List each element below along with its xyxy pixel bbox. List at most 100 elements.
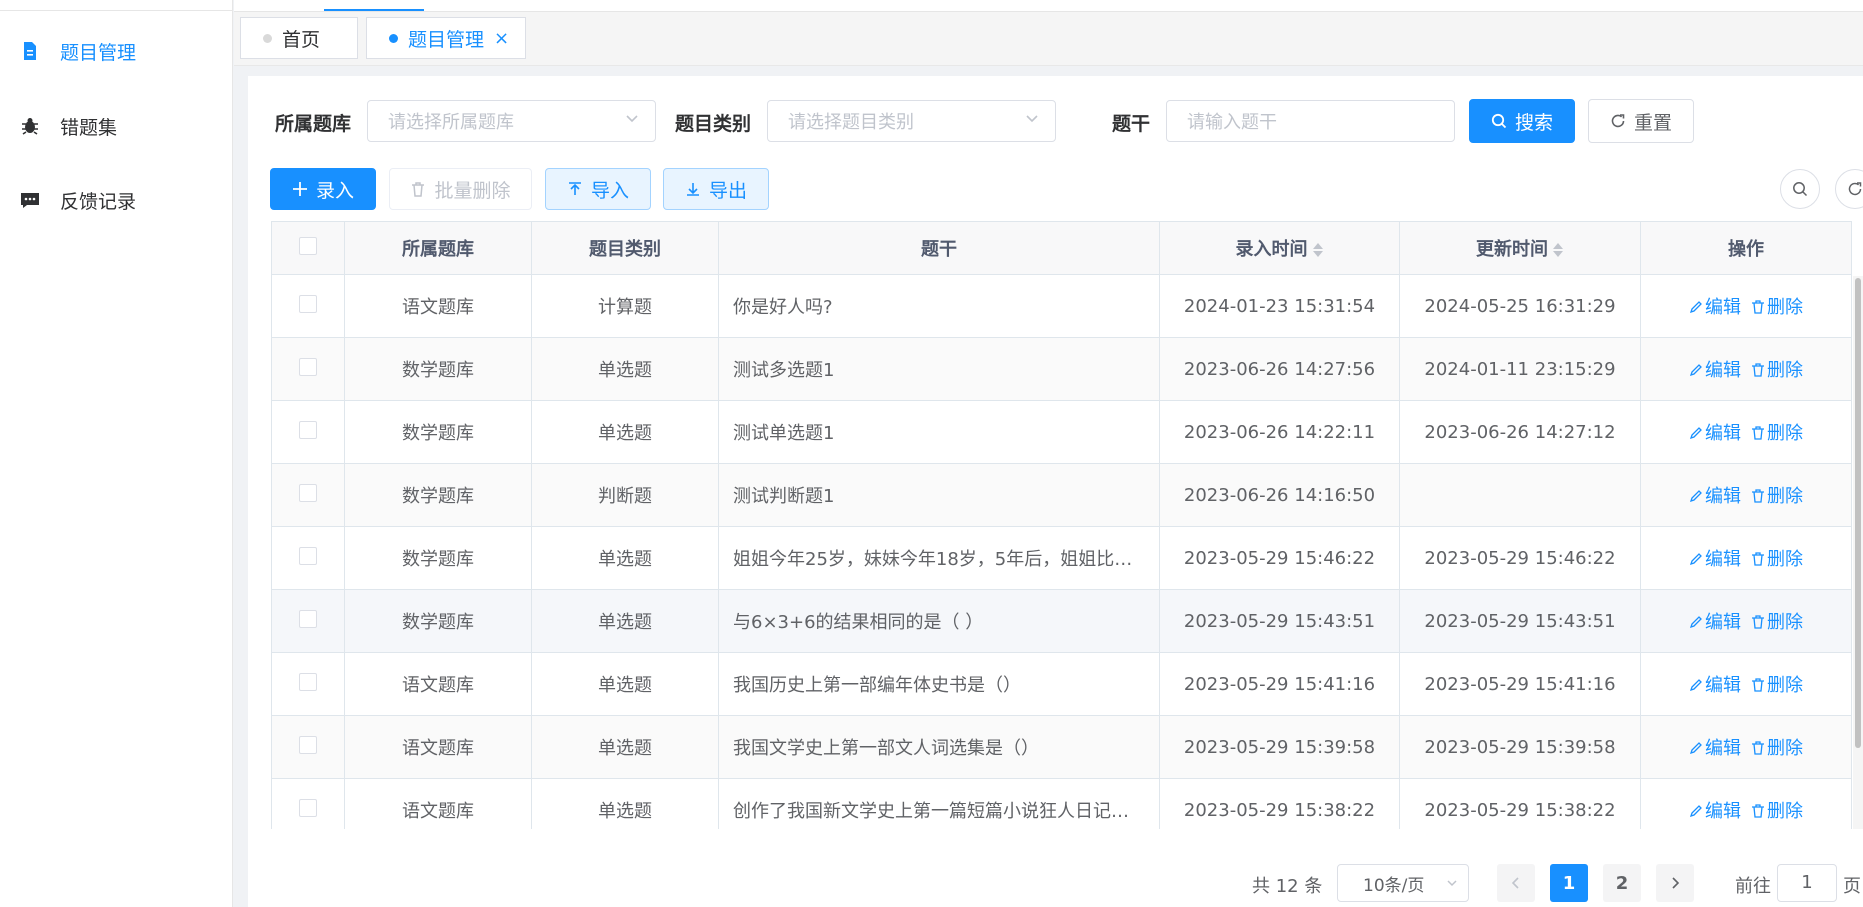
add-button[interactable]: 录入 <box>270 168 376 210</box>
table-row[interactable]: 数学题库 单选题 姐姐今年25岁，妹妹今年18岁，5年后，姐姐比… 2023-05-2… <box>271 526 1852 590</box>
import-button-label: 导入 <box>590 179 629 202</box>
edit-button[interactable]: 编辑 <box>1689 297 1741 318</box>
table-row[interactable]: 数学题库 单选题 测试多选题1 2023-06-26 14:27:56 2024-01-… <box>271 337 1852 401</box>
row-select-cell[interactable] <box>271 778 345 829</box>
header-updated[interactable]: 更新时间 <box>1399 221 1641 275</box>
edit-label: 编辑 <box>1705 675 1741 696</box>
delete-label: 删除 <box>1767 801 1803 822</box>
prev-page-button[interactable] <box>1497 864 1535 902</box>
delete-button[interactable]: 删除 <box>1751 549 1803 570</box>
edit-button[interactable]: 编辑 <box>1689 549 1741 570</box>
edit-button[interactable]: 编辑 <box>1689 423 1741 444</box>
delete-button[interactable]: 删除 <box>1751 675 1803 696</box>
sort-icon[interactable] <box>1552 242 1564 258</box>
trash-icon <box>1752 804 1764 818</box>
table-row[interactable]: 数学题库 单选题 与6×3+6的结果相同的是（ ） 2023-05-29 15:43:… <box>271 589 1852 653</box>
tab-home[interactable]: 首页 <box>240 17 358 59</box>
cell-bank: 数学题库 <box>344 400 532 464</box>
page-button-2[interactable]: 2 <box>1603 864 1641 902</box>
cell-created: 2023-06-26 14:27:56 <box>1159 337 1400 401</box>
delete-button[interactable]: 删除 <box>1751 297 1803 318</box>
select-all-checkbox[interactable] <box>299 236 317 255</box>
plus-icon <box>292 182 307 196</box>
search-button[interactable]: 搜索 <box>1469 99 1575 143</box>
cell-actions: 编辑 删除 <box>1640 652 1852 716</box>
row-select-cell[interactable] <box>271 715 345 779</box>
edit-button[interactable]: 编辑 <box>1689 612 1741 633</box>
reset-button[interactable]: 重置 <box>1588 99 1694 143</box>
row-checkbox[interactable] <box>299 420 317 439</box>
select-all-cell[interactable] <box>271 221 345 275</box>
tab-question-management[interactable]: 题目管理 × <box>366 17 527 59</box>
reset-button-label: 重置 <box>1633 111 1672 134</box>
row-checkbox[interactable] <box>299 735 317 754</box>
batch-delete-button[interactable]: 批量删除 <box>389 168 532 210</box>
trash-icon <box>1752 552 1764 566</box>
edit-button[interactable]: 编辑 <box>1689 801 1741 822</box>
row-select-cell[interactable] <box>271 337 345 401</box>
cell-bank: 数学题库 <box>344 526 532 590</box>
delete-button[interactable]: 删除 <box>1751 801 1803 822</box>
next-page-button[interactable] <box>1656 864 1694 902</box>
import-button[interactable]: 导入 <box>545 168 651 210</box>
type-select[interactable]: 请选择题目类别 <box>767 100 1056 142</box>
goto-page-input[interactable]: 1 <box>1777 864 1837 902</box>
sort-icon[interactable] <box>1312 242 1324 258</box>
row-checkbox[interactable] <box>299 483 317 502</box>
sidebar-item-feedback[interactable]: 反馈记录 <box>0 170 233 230</box>
export-button[interactable]: 导出 <box>663 168 769 210</box>
table-row[interactable]: 语文题库 单选题 创作了我国新文学史上第一篇短篇小说狂人日记… 2023-05-29 … <box>271 778 1852 829</box>
row-checkbox[interactable] <box>299 609 317 628</box>
toggle-search-button[interactable] <box>1780 169 1820 209</box>
delete-button[interactable]: 删除 <box>1751 486 1803 507</box>
delete-button[interactable]: 删除 <box>1751 360 1803 381</box>
header-bank: 所属题库 <box>344 221 532 275</box>
scrollbar-thumb[interactable] <box>1855 278 1861 748</box>
refresh-icon <box>1611 114 1625 128</box>
tab-status-dot <box>389 33 398 43</box>
goto-suffix: 页 <box>1843 876 1861 897</box>
sidebar-item-label: 错题集 <box>60 116 118 139</box>
table-row[interactable]: 数学题库 判断题 测试判断题1 2023-06-26 14:16:50 编辑 删除 <box>271 463 1852 527</box>
row-select-cell[interactable] <box>271 274 345 338</box>
table-scrollbar[interactable] <box>1853 276 1863 829</box>
edit-button[interactable]: 编辑 <box>1689 486 1741 507</box>
row-checkbox[interactable] <box>299 672 317 691</box>
cell-updated: 2023-05-29 15:46:22 <box>1399 526 1641 590</box>
delete-button[interactable]: 删除 <box>1751 738 1803 759</box>
edit-button[interactable]: 编辑 <box>1689 360 1741 381</box>
row-checkbox[interactable] <box>299 357 317 376</box>
row-select-cell[interactable] <box>271 526 345 590</box>
row-select-cell[interactable] <box>271 652 345 716</box>
page-button-1[interactable]: 1 <box>1550 864 1588 902</box>
delete-button[interactable]: 删除 <box>1751 423 1803 444</box>
row-select-cell[interactable] <box>271 400 345 464</box>
edit-icon <box>1689 553 1702 566</box>
table-row[interactable]: 语文题库 单选题 我国文学史上第一部文人词选集是（） 2023-05-29 15:39… <box>271 715 1852 779</box>
stem-input-placeholder: 请输入题干 <box>1187 112 1277 133</box>
row-checkbox[interactable] <box>299 546 317 565</box>
edit-icon <box>1689 616 1702 629</box>
delete-button[interactable]: 删除 <box>1751 612 1803 633</box>
edit-button[interactable]: 编辑 <box>1689 675 1741 696</box>
delete-label: 删除 <box>1767 423 1803 444</box>
header-created[interactable]: 录入时间 <box>1159 221 1400 275</box>
row-checkbox[interactable] <box>299 798 317 817</box>
table-row[interactable]: 数学题库 单选题 测试单选题1 2023-06-26 14:22:11 2023-06-… <box>271 400 1852 464</box>
stem-input[interactable]: 请输入题干 <box>1166 100 1455 142</box>
bank-select[interactable]: 请选择所属题库 <box>367 100 656 142</box>
cell-type: 单选题 <box>531 400 719 464</box>
table-row[interactable]: 语文题库 计算题 你是好人吗? 2024-01-23 15:31:54 2024-05-… <box>271 274 1852 338</box>
page-size-select[interactable]: 10条/页 <box>1337 864 1469 902</box>
close-icon[interactable]: × <box>494 28 509 49</box>
cell-stem: 你是好人吗? <box>718 274 1160 338</box>
edit-label: 编辑 <box>1705 360 1741 381</box>
edit-button[interactable]: 编辑 <box>1689 738 1741 759</box>
bank-select-placeholder: 请选择所属题库 <box>388 112 514 133</box>
sidebar-item-wrong-questions[interactable]: 错题集 <box>0 96 233 156</box>
row-checkbox[interactable] <box>299 294 317 313</box>
table-row[interactable]: 语文题库 单选题 我国历史上第一部编年体史书是（） 2023-05-29 15:41:… <box>271 652 1852 716</box>
row-select-cell[interactable] <box>271 589 345 653</box>
sidebar-item-question-management[interactable]: 题目管理 <box>0 21 233 81</box>
row-select-cell[interactable] <box>271 463 345 527</box>
